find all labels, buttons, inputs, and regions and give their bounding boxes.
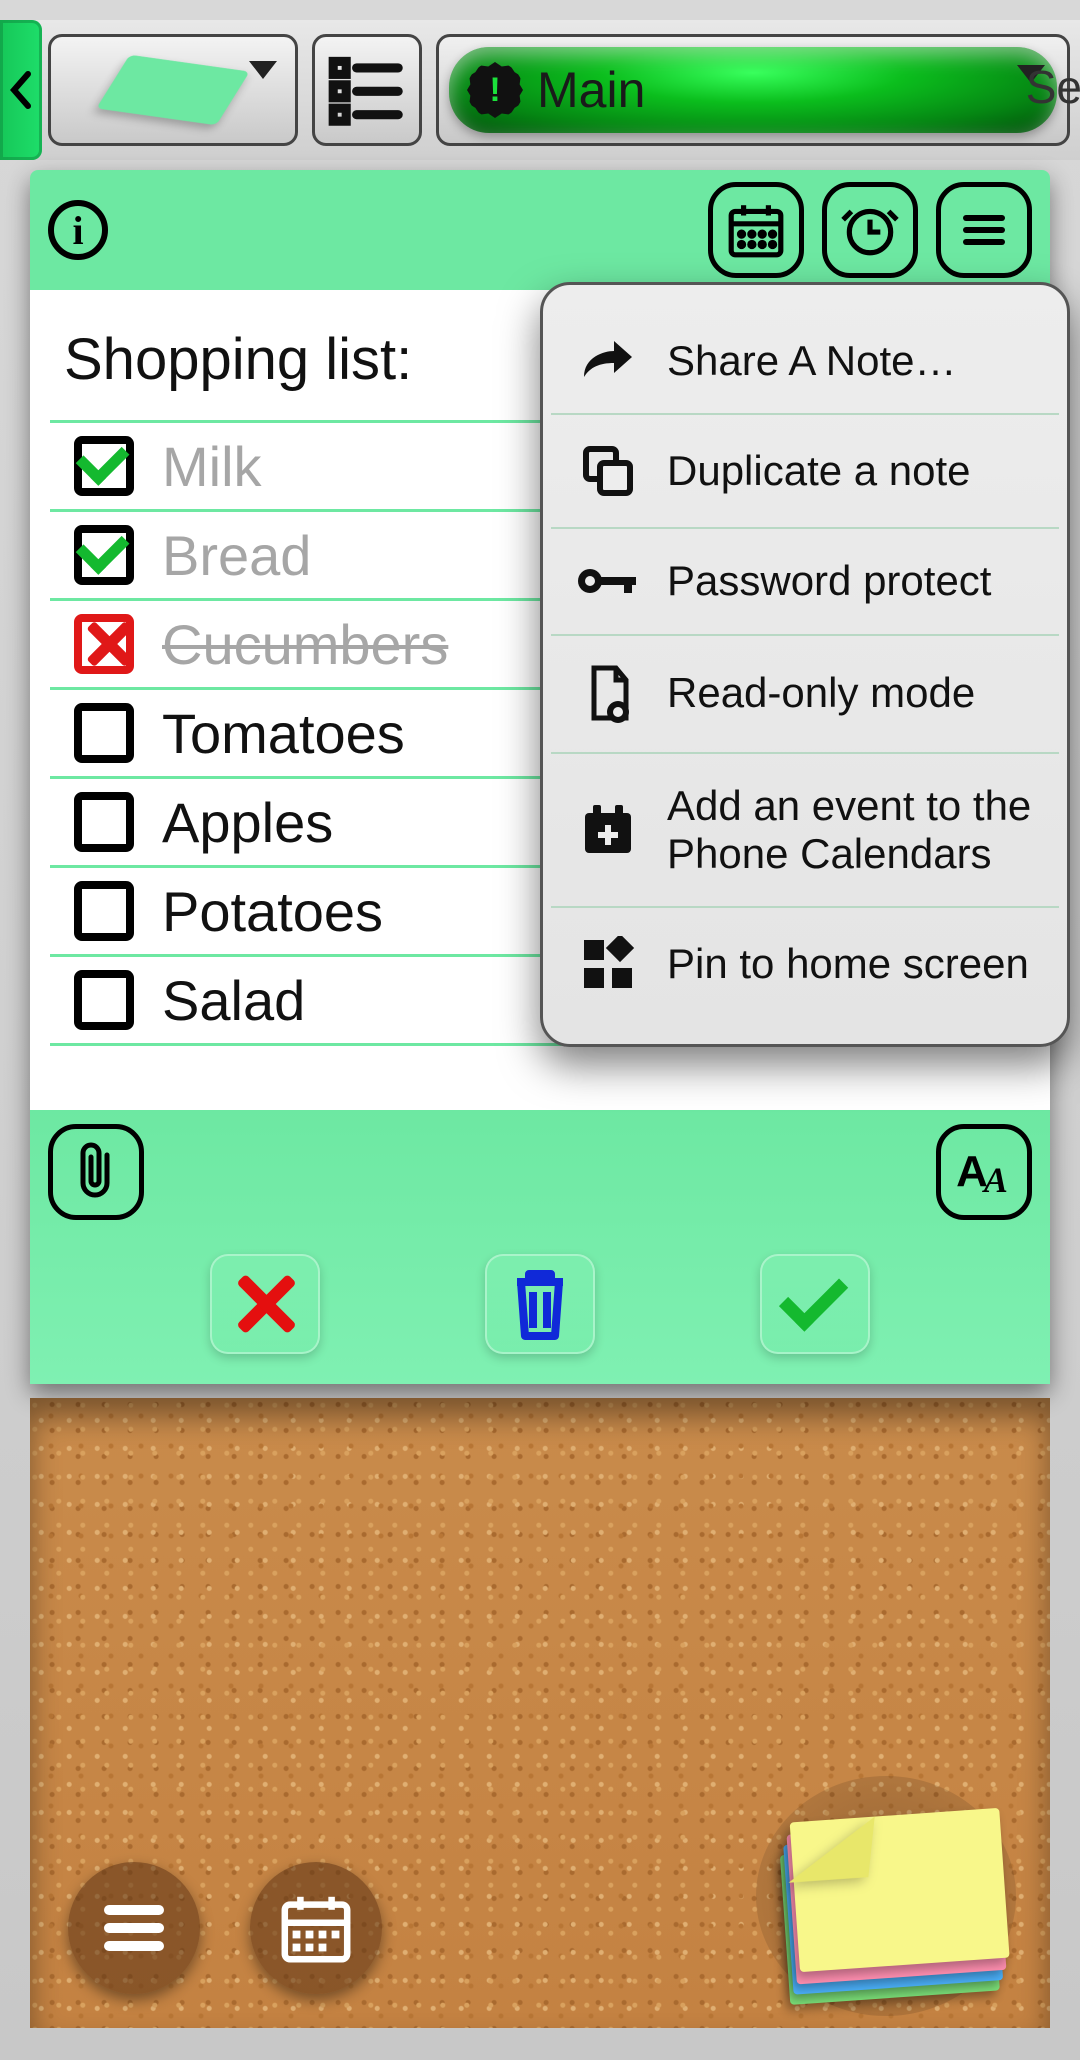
close-icon [233, 1272, 297, 1336]
menu-item-label: Password protect [667, 557, 1035, 605]
list-icon [328, 51, 406, 129]
calendar-add-icon [575, 803, 641, 857]
checklist-item-label: Apples [162, 790, 333, 855]
corkboard-area[interactable] [30, 1398, 1050, 2028]
checklist-item-label: Cucumbers [162, 612, 448, 677]
key-icon [575, 561, 641, 601]
duplicate-icon [575, 443, 641, 499]
menu-item[interactable]: Pin to home screen [551, 908, 1059, 1020]
menu-item-label: Add an event to the Phone Calendars [667, 782, 1035, 879]
checkbox[interactable] [74, 881, 134, 941]
checklist-item-label: Bread [162, 523, 311, 588]
menu-item-label: Duplicate a note [667, 447, 1035, 495]
info-icon: i [72, 207, 83, 254]
search-partial-text: Se [1026, 60, 1080, 114]
overflow-menu-button[interactable] [936, 182, 1032, 278]
overflow-menu: Share A Note… Duplicate a note Password pr… [540, 282, 1070, 1047]
checkbox[interactable] [74, 614, 134, 674]
menu-item[interactable]: Password protect [551, 529, 1059, 635]
checklist-item-label: Milk [162, 434, 262, 499]
list-view-button[interactable] [312, 34, 422, 146]
top-toolbar: ! Main [0, 20, 1080, 160]
trash-icon [505, 1264, 575, 1344]
checkbox[interactable] [74, 970, 134, 1030]
menu-item-label: Pin to home screen [667, 940, 1035, 988]
chevron-down-icon [249, 61, 277, 79]
menu-item[interactable]: Duplicate a note [551, 415, 1059, 529]
menu-item-label: Share A Note… [667, 337, 1035, 385]
note-color-dropdown[interactable] [48, 34, 298, 146]
hamburger-icon [99, 1898, 169, 1958]
font-icon: AA [956, 1147, 1012, 1197]
calendar-button[interactable] [708, 182, 804, 278]
checkbox[interactable] [74, 525, 134, 585]
note-footer: AA [30, 1110, 1050, 1384]
check-icon [76, 521, 130, 575]
alarm-clock-icon [839, 199, 901, 261]
checkbox[interactable] [74, 436, 134, 496]
back-tab[interactable] [0, 20, 42, 160]
font-style-button[interactable]: AA [936, 1124, 1032, 1220]
confirm-button[interactable] [760, 1254, 870, 1354]
attachment-button[interactable] [48, 1124, 144, 1220]
hamburger-icon [956, 202, 1012, 258]
menu-item[interactable]: Read-only mode [551, 636, 1059, 754]
check-icon [76, 432, 130, 486]
board-calendar-button[interactable] [250, 1862, 382, 1994]
menu-item-label: Read-only mode [667, 669, 1035, 717]
note-header: i [30, 170, 1050, 290]
share-arrow-icon [575, 337, 641, 385]
delete-button[interactable] [485, 1254, 595, 1354]
checkbox[interactable] [74, 792, 134, 852]
menu-item[interactable]: Share A Note… [551, 309, 1059, 415]
category-dropdown[interactable]: ! Main [436, 34, 1070, 146]
category-label: Main [537, 61, 645, 119]
checklist-item-label: Tomatoes [162, 701, 405, 766]
info-button[interactable]: i [48, 200, 108, 260]
board-menu-button[interactable] [68, 1862, 200, 1994]
check-icon [779, 1262, 848, 1331]
badge-icon: ! [467, 62, 523, 118]
calendar-icon [277, 1889, 355, 1967]
cancel-button[interactable] [210, 1254, 320, 1354]
x-icon [82, 619, 126, 669]
widgets-icon [575, 936, 641, 992]
checklist-item-label: Salad [162, 968, 305, 1033]
color-swatch-icon [96, 55, 250, 125]
menu-item[interactable]: Add an event to the Phone Calendars [551, 754, 1059, 909]
paperclip-icon [69, 1141, 123, 1203]
new-note-button[interactable] [756, 1776, 1016, 2016]
reminder-button[interactable] [822, 182, 918, 278]
sticky-notes-icon [776, 1809, 997, 1983]
checklist-item-label: Potatoes [162, 879, 383, 944]
checkbox[interactable] [74, 703, 134, 763]
calendar-icon [725, 199, 787, 261]
readonly-icon [575, 664, 641, 724]
